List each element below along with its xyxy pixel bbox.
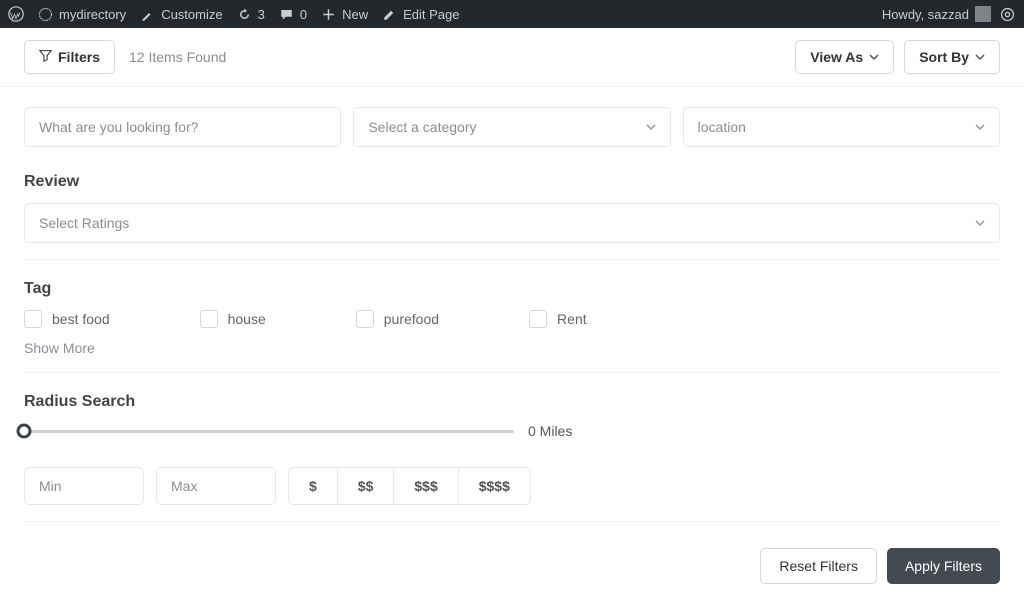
updates-link[interactable]: 3 bbox=[237, 7, 265, 22]
price-level-3[interactable]: $$$ bbox=[394, 468, 458, 504]
price-min-field[interactable] bbox=[24, 467, 144, 505]
chevron-down-icon bbox=[646, 122, 656, 132]
radius-title: Radius Search bbox=[24, 393, 1000, 411]
plus-icon bbox=[321, 7, 336, 22]
filters-button[interactable]: Filters bbox=[24, 40, 115, 74]
customize-link[interactable]: Customize bbox=[140, 7, 222, 22]
settings-gear-icon[interactable] bbox=[999, 6, 1016, 23]
tag-checkbox-bestfood[interactable]: best food bbox=[24, 310, 110, 328]
category-select[interactable]: Select a category bbox=[353, 107, 670, 147]
price-level-group: $ $$ $$$ $$$$ bbox=[288, 467, 531, 505]
search-input[interactable] bbox=[39, 119, 326, 135]
avatar bbox=[975, 6, 991, 22]
price-max-field[interactable] bbox=[156, 467, 276, 505]
checkbox-icon bbox=[356, 310, 374, 328]
site-name: mydirectory bbox=[59, 7, 126, 22]
search-query-field[interactable] bbox=[24, 107, 341, 147]
review-title: Review bbox=[24, 173, 1000, 191]
sort-by-button[interactable]: Sort By bbox=[904, 40, 1000, 74]
tag-checkbox-house[interactable]: house bbox=[200, 310, 266, 328]
filter-icon bbox=[39, 49, 52, 65]
wp-admin-bar: mydirectory Customize 3 0 New bbox=[0, 0, 1024, 28]
listing-header: Filters 12 Items Found View As Sort By bbox=[0, 28, 1024, 87]
pencil-icon bbox=[382, 7, 397, 22]
price-row: $ $$ $$$ $$$$ bbox=[24, 467, 1000, 505]
radius-value: 0 Miles bbox=[528, 423, 572, 439]
reset-filters-button[interactable]: Reset Filters bbox=[760, 548, 877, 584]
view-as-button[interactable]: View As bbox=[795, 40, 894, 74]
radius-section: Radius Search 0 Miles $ $$ $$$ $$$$ bbox=[24, 393, 1000, 522]
ratings-select[interactable]: Select Ratings bbox=[24, 203, 1000, 243]
tag-title: Tag bbox=[24, 280, 1000, 298]
apply-filters-button[interactable]: Apply Filters bbox=[887, 548, 1000, 584]
chevron-down-icon bbox=[869, 52, 879, 62]
price-max-input[interactable] bbox=[171, 478, 261, 494]
comment-icon bbox=[279, 7, 294, 22]
price-level-4[interactable]: $$$$ bbox=[459, 468, 530, 504]
edit-page-link[interactable]: Edit Page bbox=[382, 7, 459, 22]
price-level-2[interactable]: $$ bbox=[338, 468, 395, 504]
items-found-text: 12 Items Found bbox=[129, 49, 226, 65]
slider-track bbox=[24, 430, 514, 433]
checkbox-icon bbox=[200, 310, 218, 328]
chevron-down-icon bbox=[975, 52, 985, 62]
price-level-1[interactable]: $ bbox=[289, 468, 338, 504]
tag-section: Tag best food house purefood Rent Show M… bbox=[24, 280, 1000, 373]
tag-checkbox-rent[interactable]: Rent bbox=[529, 310, 587, 328]
review-section: Review Select Ratings bbox=[24, 173, 1000, 260]
show-more-link[interactable]: Show More bbox=[24, 340, 95, 356]
tag-checkbox-purefood[interactable]: purefood bbox=[356, 310, 439, 328]
new-link[interactable]: New bbox=[321, 7, 368, 22]
howdy-link[interactable]: Howdy, sazzad bbox=[882, 6, 991, 22]
location-select[interactable]: location bbox=[683, 107, 1000, 147]
checkbox-icon bbox=[529, 310, 547, 328]
wp-logo-icon[interactable] bbox=[8, 6, 24, 22]
slider-handle[interactable] bbox=[17, 424, 32, 439]
refresh-icon bbox=[237, 7, 252, 22]
home-icon bbox=[38, 7, 53, 22]
price-min-input[interactable] bbox=[39, 478, 129, 494]
site-name-link[interactable]: mydirectory bbox=[38, 7, 126, 22]
brush-icon bbox=[140, 7, 155, 22]
radius-slider[interactable] bbox=[24, 430, 514, 433]
checkbox-icon bbox=[24, 310, 42, 328]
comments-link[interactable]: 0 bbox=[279, 7, 307, 22]
chevron-down-icon bbox=[975, 218, 985, 228]
search-filters-row: Select a category location bbox=[24, 107, 1000, 147]
filter-actions: Reset Filters Apply Filters bbox=[24, 542, 1000, 584]
chevron-down-icon bbox=[975, 122, 985, 132]
